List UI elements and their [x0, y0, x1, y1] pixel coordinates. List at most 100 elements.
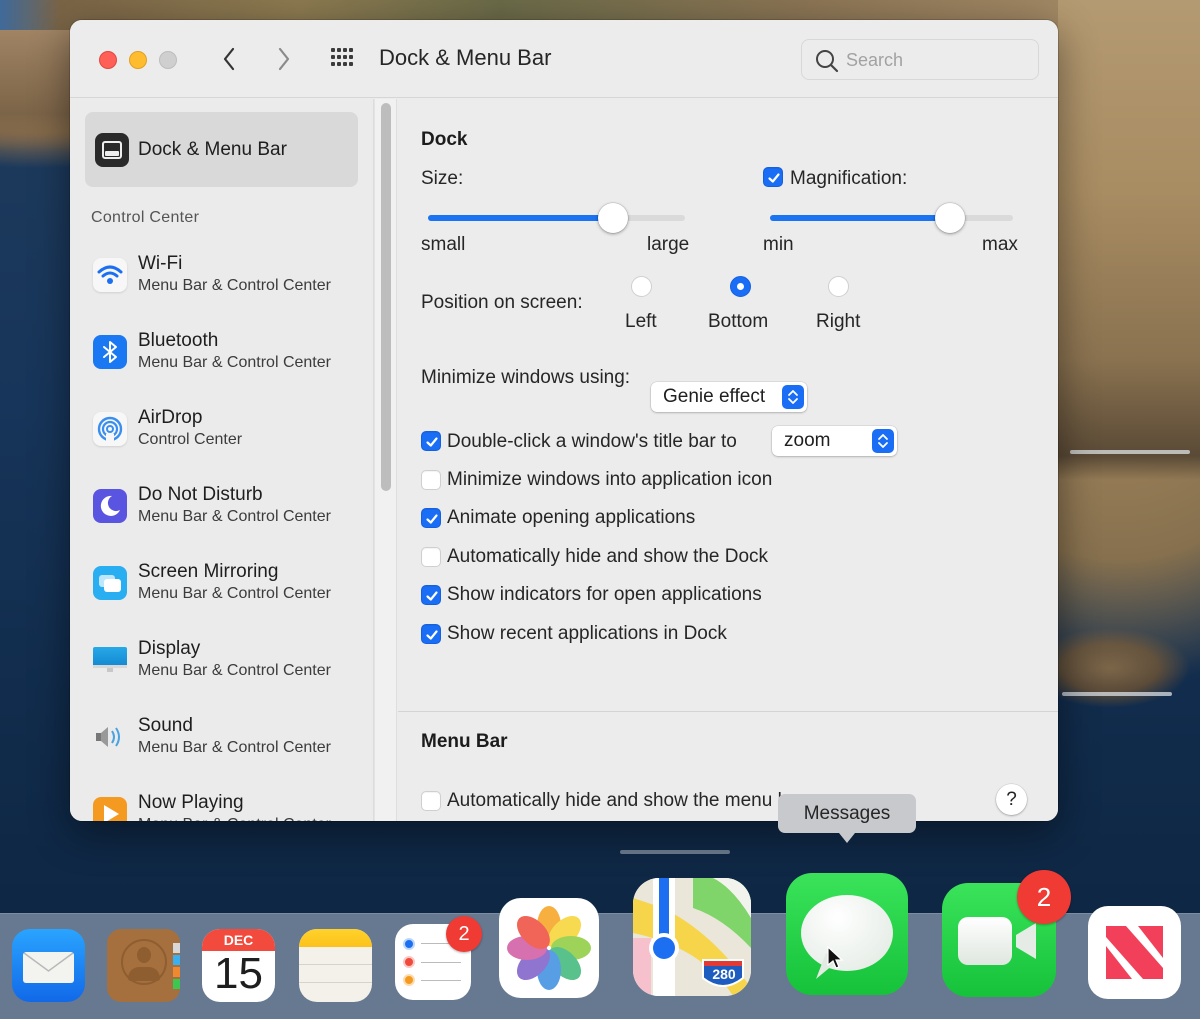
checkbox-label: Automatically hide and show the Dock — [447, 546, 769, 567]
dock-menu-bar-icon — [95, 133, 129, 167]
sidebar-item-subtitle: Menu Bar & Control Center — [138, 277, 331, 294]
desktop-wallpaper-rock-right — [1058, 0, 1200, 480]
sidebar-item-subtitle: Menu Bar & Control Center — [138, 585, 331, 602]
bluetooth-icon — [93, 335, 127, 369]
sidebar-item-now-playing[interactable]: Now Playing Menu Bar & Control Center — [85, 786, 358, 821]
magnification-checkbox[interactable] — [763, 167, 783, 187]
checkmark-icon — [426, 591, 438, 601]
maps-shield-number: 280 — [712, 966, 736, 982]
sidebar-item-dock-menu-bar[interactable]: Dock & Menu Bar — [85, 112, 358, 187]
sidebar-item-subtitle: Control Center — [138, 431, 243, 448]
sidebar-item-do-not-disturb[interactable]: Do Not Disturb Menu Bar & Control Center — [85, 478, 358, 538]
auto-hide-menu-bar-label: Automatically hide and show the menu bar — [447, 790, 806, 811]
desktop-wallpaper-surf — [620, 850, 730, 854]
sidebar-item-bluetooth[interactable]: Bluetooth Menu Bar & Control Center — [85, 324, 358, 384]
desktop-wallpaper-rock-left — [0, 30, 70, 150]
dock-app-mail[interactable] — [12, 929, 85, 1002]
window-titlebar: Dock & Menu Bar — [70, 20, 1058, 98]
minimize-into-app-icon-checkbox[interactable] — [421, 470, 441, 490]
dock-app-notes[interactable] — [299, 929, 372, 1002]
position-right-radio[interactable] — [828, 276, 849, 297]
search-field[interactable] — [801, 39, 1039, 80]
show-indicators-checkbox[interactable] — [421, 585, 441, 605]
checkbox-label: Show indicators for open applications — [447, 584, 762, 605]
tooltip-arrow — [839, 833, 855, 843]
sidebar-item-screen-mirroring[interactable]: Screen Mirroring Menu Bar & Control Cent… — [85, 555, 358, 615]
moon-icon — [93, 489, 127, 523]
sidebar-scrollbar-thumb[interactable] — [381, 103, 391, 491]
show-all-grid-button[interactable] — [328, 46, 358, 72]
updown-chevron-icon — [872, 429, 894, 453]
notes-header — [299, 929, 372, 947]
checkbox-label: Animate opening applications — [447, 507, 696, 528]
position-left-radio[interactable] — [631, 276, 652, 297]
calendar-day: 15 — [214, 949, 263, 998]
size-max-label: large — [647, 234, 690, 255]
updown-chevron-icon — [782, 385, 804, 409]
minimize-effect-popup[interactable]: Genie effect — [651, 382, 807, 412]
forward-button[interactable] — [269, 44, 299, 74]
sidebar-item-sound[interactable]: Sound Menu Bar & Control Center — [85, 709, 358, 769]
dock-app-messages[interactable] — [786, 873, 908, 995]
auto-hide-dock-checkbox[interactable] — [421, 547, 441, 567]
minimize-using-label: Minimize windows using: — [421, 367, 631, 388]
dock-app-photos[interactable] — [499, 898, 599, 998]
search-icon — [816, 50, 839, 73]
size-label: Size: — [421, 168, 464, 189]
auto-hide-menu-bar-checkbox[interactable] — [421, 791, 441, 811]
play-icon — [93, 797, 127, 821]
size-slider[interactable] — [428, 203, 685, 233]
back-button[interactable] — [214, 44, 244, 74]
mouse-cursor-icon — [827, 945, 844, 969]
sidebar-item-display[interactable]: Display Menu Bar & Control Center — [85, 632, 358, 692]
reminders-badge: 2 — [446, 916, 482, 952]
show-recent-apps-checkbox[interactable] — [421, 624, 441, 644]
double-click-label: Double-click a window's title bar to — [447, 431, 737, 452]
help-button[interactable]: ? — [996, 784, 1027, 815]
sidebar-item-subtitle: Menu Bar & Control Center — [138, 662, 331, 679]
dock-app-contacts[interactable] — [107, 929, 180, 1002]
menu-bar-section-heading: Menu Bar — [421, 731, 508, 752]
dock-app-news[interactable] — [1088, 906, 1181, 999]
position-label: Position on screen: — [421, 292, 583, 313]
dock-app-calendar[interactable]: DEC 15 — [202, 929, 275, 1002]
sidebar-item-title: Sound — [138, 715, 193, 736]
sidebar-item-title: Do Not Disturb — [138, 484, 263, 505]
chevron-left-icon — [223, 47, 235, 71]
sidebar-item-subtitle: Menu Bar & Control Center — [138, 508, 331, 525]
news-icon — [1106, 926, 1163, 979]
checkbox-label: Show recent applications in Dock — [447, 623, 727, 644]
content-pane: Dock Size: small large Magnification: mi… — [398, 99, 1058, 821]
checkmark-icon — [426, 630, 438, 640]
window-title: Dock & Menu Bar — [379, 45, 552, 70]
checkmark-icon — [426, 514, 438, 524]
search-input[interactable] — [846, 47, 1026, 73]
double-click-action-popup[interactable]: zoom — [772, 426, 897, 456]
size-slider-thumb[interactable] — [598, 203, 629, 233]
facetime-badge: 2 — [1017, 870, 1071, 924]
sidebar-item-title: Wi-Fi — [138, 253, 183, 274]
sidebar-scrollbar[interactable] — [374, 99, 397, 821]
sidebar-item-title: Now Playing — [138, 792, 244, 813]
animate-opening-checkbox[interactable] — [421, 508, 441, 528]
close-window-button[interactable] — [99, 51, 117, 69]
double-click-checkbox[interactable] — [421, 431, 441, 451]
magnification-min-label: min — [763, 234, 794, 255]
sidebar-section-header: Control Center — [91, 209, 200, 226]
chevron-right-icon — [278, 47, 290, 71]
zoom-window-button[interactable] — [159, 51, 177, 69]
dock-section-heading: Dock — [421, 129, 468, 150]
magnification-slider[interactable] — [770, 203, 1013, 233]
dock-app-maps[interactable]: 280 — [633, 878, 751, 996]
sidebar-item-title: AirDrop — [138, 407, 203, 428]
magnification-slider-thumb[interactable] — [934, 203, 965, 233]
sidebar-item-wifi[interactable]: Wi-Fi Menu Bar & Control Center — [85, 247, 358, 307]
airdrop-icon — [93, 412, 127, 446]
minimize-window-button[interactable] — [129, 51, 147, 69]
sidebar-item-title: Bluetooth — [138, 330, 219, 351]
position-bottom-radio[interactable] — [730, 276, 751, 297]
sidebar-item-subtitle: Menu Bar & Control Center — [138, 354, 331, 371]
sidebar-item-airdrop[interactable]: AirDrop Control Center — [85, 401, 358, 461]
preferences-window: Dock & Menu Bar Dock & Menu Bar Control … — [70, 20, 1058, 821]
photos-flower-icon — [507, 906, 591, 990]
